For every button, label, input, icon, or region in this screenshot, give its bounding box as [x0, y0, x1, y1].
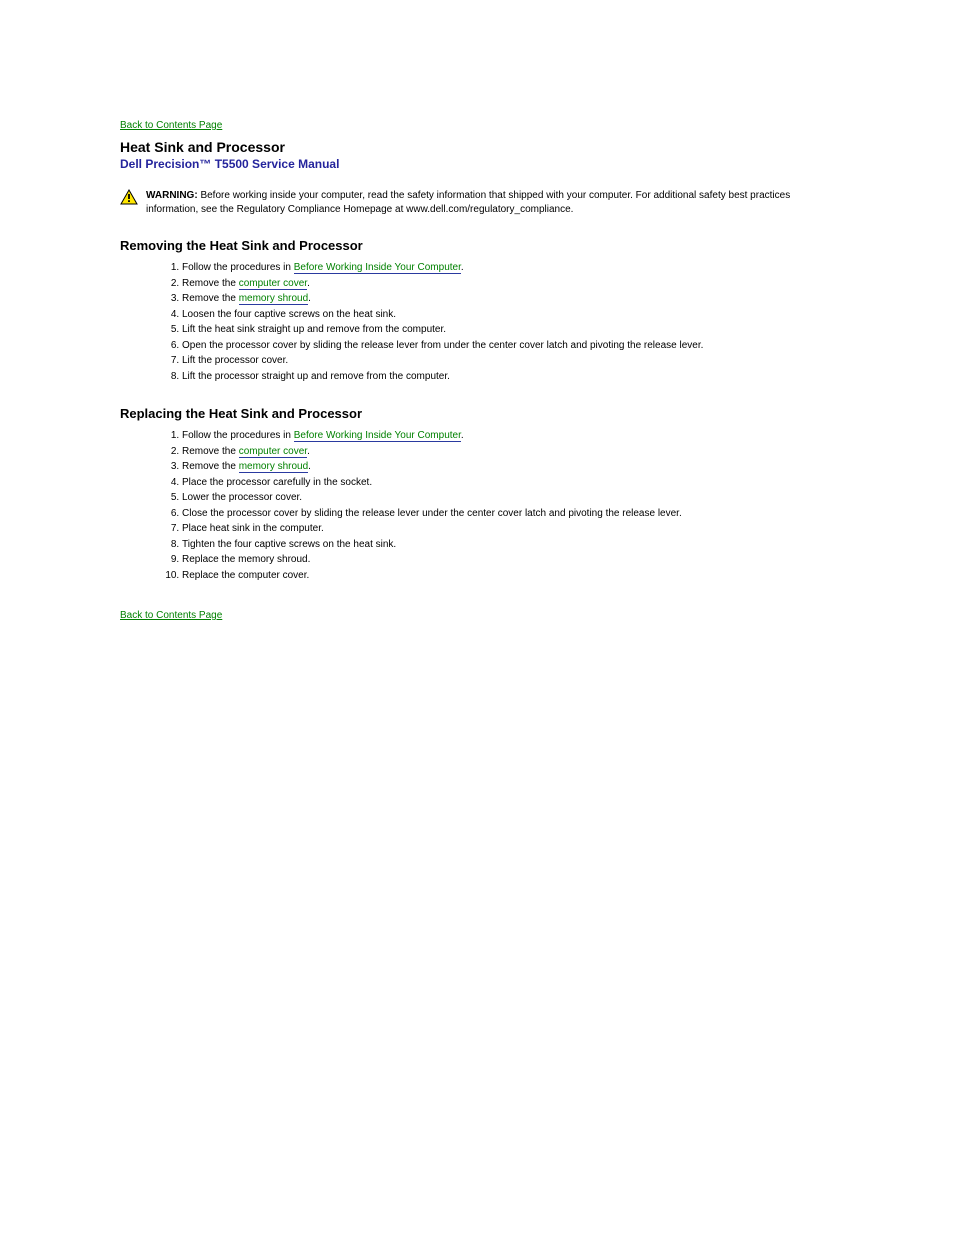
page-title: Heat Sink and Processor — [120, 139, 834, 155]
step-item: Open the processor cover by sliding the … — [182, 339, 834, 354]
step-item: Close the processor cover by sliding the… — [182, 507, 834, 522]
warning-text: WARNING: Before working inside your comp… — [146, 189, 834, 216]
section-replacing-title: Replacing the Heat Sink and Processor — [120, 406, 834, 421]
step-link[interactable]: computer cover — [239, 446, 307, 458]
step-link[interactable]: Before Working Inside Your Computer — [294, 262, 461, 274]
warning-icon — [120, 189, 138, 208]
step-item: Replace the memory shroud. — [182, 553, 834, 568]
step-item: Lift the processor straight up and remov… — [182, 370, 834, 385]
removing-steps: Follow the procedures in Before Working … — [182, 261, 834, 384]
step-item: Lift the processor cover. — [182, 354, 834, 369]
step-item: Place heat sink in the computer. — [182, 522, 834, 537]
step-item: Tighten the four captive screws on the h… — [182, 538, 834, 553]
step-item: Remove the computer cover. — [182, 445, 834, 460]
warning-block: WARNING: Before working inside your comp… — [120, 189, 834, 216]
page-subtitle: Dell Precision™ T5500 Service Manual — [120, 157, 834, 171]
step-item: Loosen the four captive screws on the he… — [182, 308, 834, 323]
step-link[interactable]: computer cover — [239, 278, 307, 290]
step-item: Remove the memory shroud. — [182, 460, 834, 475]
back-to-contents-bottom[interactable]: Back to Contents Page — [120, 610, 834, 621]
warning-label: WARNING: — [146, 190, 198, 201]
step-link[interactable]: memory shroud — [239, 293, 308, 305]
step-link[interactable]: Before Working Inside Your Computer — [294, 430, 461, 442]
step-link[interactable]: memory shroud — [239, 461, 308, 473]
step-item: Lift the heat sink straight up and remov… — [182, 323, 834, 338]
section-removing-title: Removing the Heat Sink and Processor — [120, 238, 834, 253]
step-item: Replace the computer cover. — [182, 569, 834, 584]
replacing-steps: Follow the procedures in Before Working … — [182, 429, 834, 583]
step-item: Remove the computer cover. — [182, 277, 834, 292]
warning-body: Before working inside your computer, rea… — [146, 190, 790, 215]
step-item: Place the processor carefully in the soc… — [182, 476, 834, 491]
step-item: Remove the memory shroud. — [182, 292, 834, 307]
step-item: Lower the processor cover. — [182, 491, 834, 506]
step-item: Follow the procedures in Before Working … — [182, 261, 834, 276]
step-item: Follow the procedures in Before Working … — [182, 429, 834, 444]
back-to-contents-top[interactable]: Back to Contents Page — [120, 120, 834, 131]
